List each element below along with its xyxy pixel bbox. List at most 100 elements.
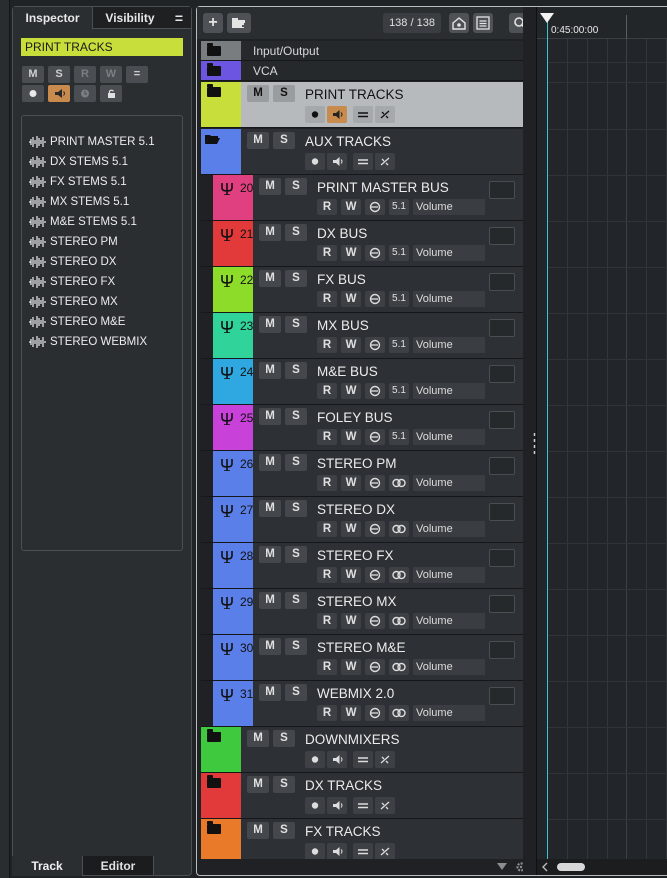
automation-parameter-select[interactable]: Volume — [413, 199, 485, 215]
record-enable-button[interactable] — [22, 85, 44, 102]
edit-settings-button[interactable] — [353, 106, 373, 123]
edit-settings-button[interactable] — [353, 751, 373, 768]
track-print-tracks[interactable]: M S PRINT TRACKS — [201, 82, 523, 128]
record-enable-button[interactable] — [305, 153, 325, 170]
mute-button[interactable]: M — [22, 66, 44, 83]
tab-editor[interactable]: Editor — [82, 856, 154, 876]
track-stereo-pm[interactable]: 26 M S STEREO PM R W Volume — [201, 451, 523, 497]
solo-button[interactable]: S — [285, 546, 307, 563]
scrollbar-thumb[interactable] — [557, 863, 585, 871]
track-webmix[interactable]: 31 M S WEBMIX 2.0 R W Volume — [201, 681, 523, 727]
list-item[interactable]: M&E STEMS 5.1 — [29, 214, 137, 230]
edit-channel-button[interactable] — [365, 659, 385, 675]
track-list-menu-button[interactable] — [473, 13, 493, 33]
track-vca[interactable]: VCA — [201, 61, 523, 81]
solo-button[interactable]: S — [285, 362, 307, 379]
read-automation-button[interactable]: R — [317, 291, 337, 307]
solo-button[interactable]: S — [48, 66, 70, 83]
write-automation-button[interactable]: W — [341, 337, 361, 353]
stereo-link-button[interactable] — [389, 567, 409, 583]
track-stereo-fx[interactable]: 28 M S STEREO FX R W Volume — [201, 543, 523, 589]
edit-channel-button[interactable] — [365, 429, 385, 445]
solo-button[interactable]: S — [273, 776, 295, 793]
automation-parameter-select[interactable]: Volume — [413, 567, 485, 583]
track-dx-bus[interactable]: 21 M S DX BUS R W 5.1 Volume — [201, 221, 523, 267]
solo-button[interactable]: S — [285, 592, 307, 609]
edit-channel-button[interactable] — [365, 705, 385, 721]
mute-button[interactable]: M — [247, 132, 269, 149]
mute-button[interactable]: M — [259, 546, 281, 563]
write-automation-button[interactable]: W — [341, 567, 361, 583]
list-item[interactable]: FX STEMS 5.1 — [29, 174, 127, 190]
record-enable-button[interactable] — [305, 843, 325, 859]
read-automation-button[interactable]: R — [317, 659, 337, 675]
automation-parameter-select[interactable]: Volume — [413, 245, 485, 261]
write-automation-button[interactable]: W — [341, 429, 361, 445]
write-automation-button[interactable]: W — [341, 199, 361, 215]
tab-visibility[interactable]: Visibility — [93, 7, 167, 29]
solo-button[interactable]: S — [273, 822, 295, 839]
read-button[interactable]: R — [74, 66, 96, 83]
time-ruler[interactable]: 0:45:00:00 — [537, 7, 667, 39]
monitor-button[interactable] — [327, 106, 347, 123]
automation-parameter-select[interactable]: Volume — [413, 521, 485, 537]
monitor-button[interactable] — [327, 153, 347, 170]
mute-button[interactable]: M — [247, 730, 269, 747]
solo-button[interactable]: S — [285, 454, 307, 471]
automation-parameter-select[interactable]: Volume — [413, 383, 485, 399]
visibility-agents-button[interactable] — [449, 13, 469, 33]
mute-button[interactable]: M — [259, 684, 281, 701]
mute-button[interactable]: M — [259, 316, 281, 333]
write-automation-button[interactable]: W — [341, 383, 361, 399]
automation-parameter-select[interactable]: Volume — [413, 291, 485, 307]
mute-button[interactable]: M — [259, 270, 281, 287]
edit-channel-button[interactable] — [365, 521, 385, 537]
monitor-button[interactable] — [327, 843, 347, 859]
read-automation-button[interactable]: R — [317, 613, 337, 629]
bypass-button[interactable] — [375, 751, 395, 768]
read-automation-button[interactable]: R — [317, 705, 337, 721]
edit-channel-button[interactable] — [365, 337, 385, 353]
chevron-down-icon[interactable] — [497, 863, 507, 871]
mute-button[interactable]: M — [247, 85, 269, 102]
tab-track[interactable]: Track — [12, 856, 82, 876]
solo-button[interactable]: S — [285, 408, 307, 425]
playhead-line[interactable] — [547, 21, 548, 861]
edit-channel-button[interactable] — [365, 383, 385, 399]
bypass-button[interactable] — [375, 797, 395, 814]
mute-button[interactable]: M — [247, 776, 269, 793]
solo-button[interactable]: S — [273, 132, 295, 149]
solo-button[interactable]: S — [285, 316, 307, 333]
edit-channel-button[interactable] — [365, 199, 385, 215]
solo-button[interactable]: S — [273, 730, 295, 747]
monitor-button[interactable] — [48, 85, 70, 102]
read-automation-button[interactable]: R — [317, 429, 337, 445]
track-me-bus[interactable]: 24 M S M&E BUS R W 5.1 Volume — [201, 359, 523, 405]
horizontal-scrollbar[interactable] — [537, 859, 667, 875]
automation-parameter-select[interactable]: Volume — [413, 613, 485, 629]
write-automation-button[interactable]: W — [341, 291, 361, 307]
tab-inspector[interactable]: Inspector — [13, 7, 93, 29]
edit-settings-button[interactable] — [353, 843, 373, 859]
edit-channel-button[interactable] — [365, 291, 385, 307]
read-automation-button[interactable]: R — [317, 475, 337, 491]
track-input-output[interactable]: Input/Output — [201, 41, 523, 61]
playhead-marker[interactable] — [540, 13, 554, 23]
mute-button[interactable]: M — [247, 822, 269, 839]
list-item[interactable]: PRINT MASTER 5.1 — [29, 134, 155, 150]
read-automation-button[interactable]: R — [317, 521, 337, 537]
track-foley-bus[interactable]: 25 M S FOLEY BUS R W 5.1 Volume — [201, 405, 523, 451]
mute-button[interactable]: M — [259, 638, 281, 655]
solo-button[interactable]: S — [285, 270, 307, 287]
track-fx-tracks[interactable]: M S FX TRACKS — [201, 819, 523, 859]
bypass-button[interactable] — [375, 843, 395, 859]
track-fx-bus[interactable]: 22 M S FX BUS R W 5.1 Volume — [201, 267, 523, 313]
write-automation-button[interactable]: W — [341, 521, 361, 537]
bypass-button[interactable] — [375, 153, 395, 170]
track-aux-tracks[interactable]: M S AUX TRACKS — [201, 129, 523, 175]
write-automation-button[interactable]: W — [341, 705, 361, 721]
track-print-master-bus[interactable]: 20 M S PRINT MASTER BUS R W 5.1 Volume — [201, 175, 523, 221]
solo-button[interactable]: S — [285, 224, 307, 241]
track-downmixers[interactable]: M S DOWNMIXERS — [201, 727, 523, 773]
mute-button[interactable]: M — [259, 224, 281, 241]
